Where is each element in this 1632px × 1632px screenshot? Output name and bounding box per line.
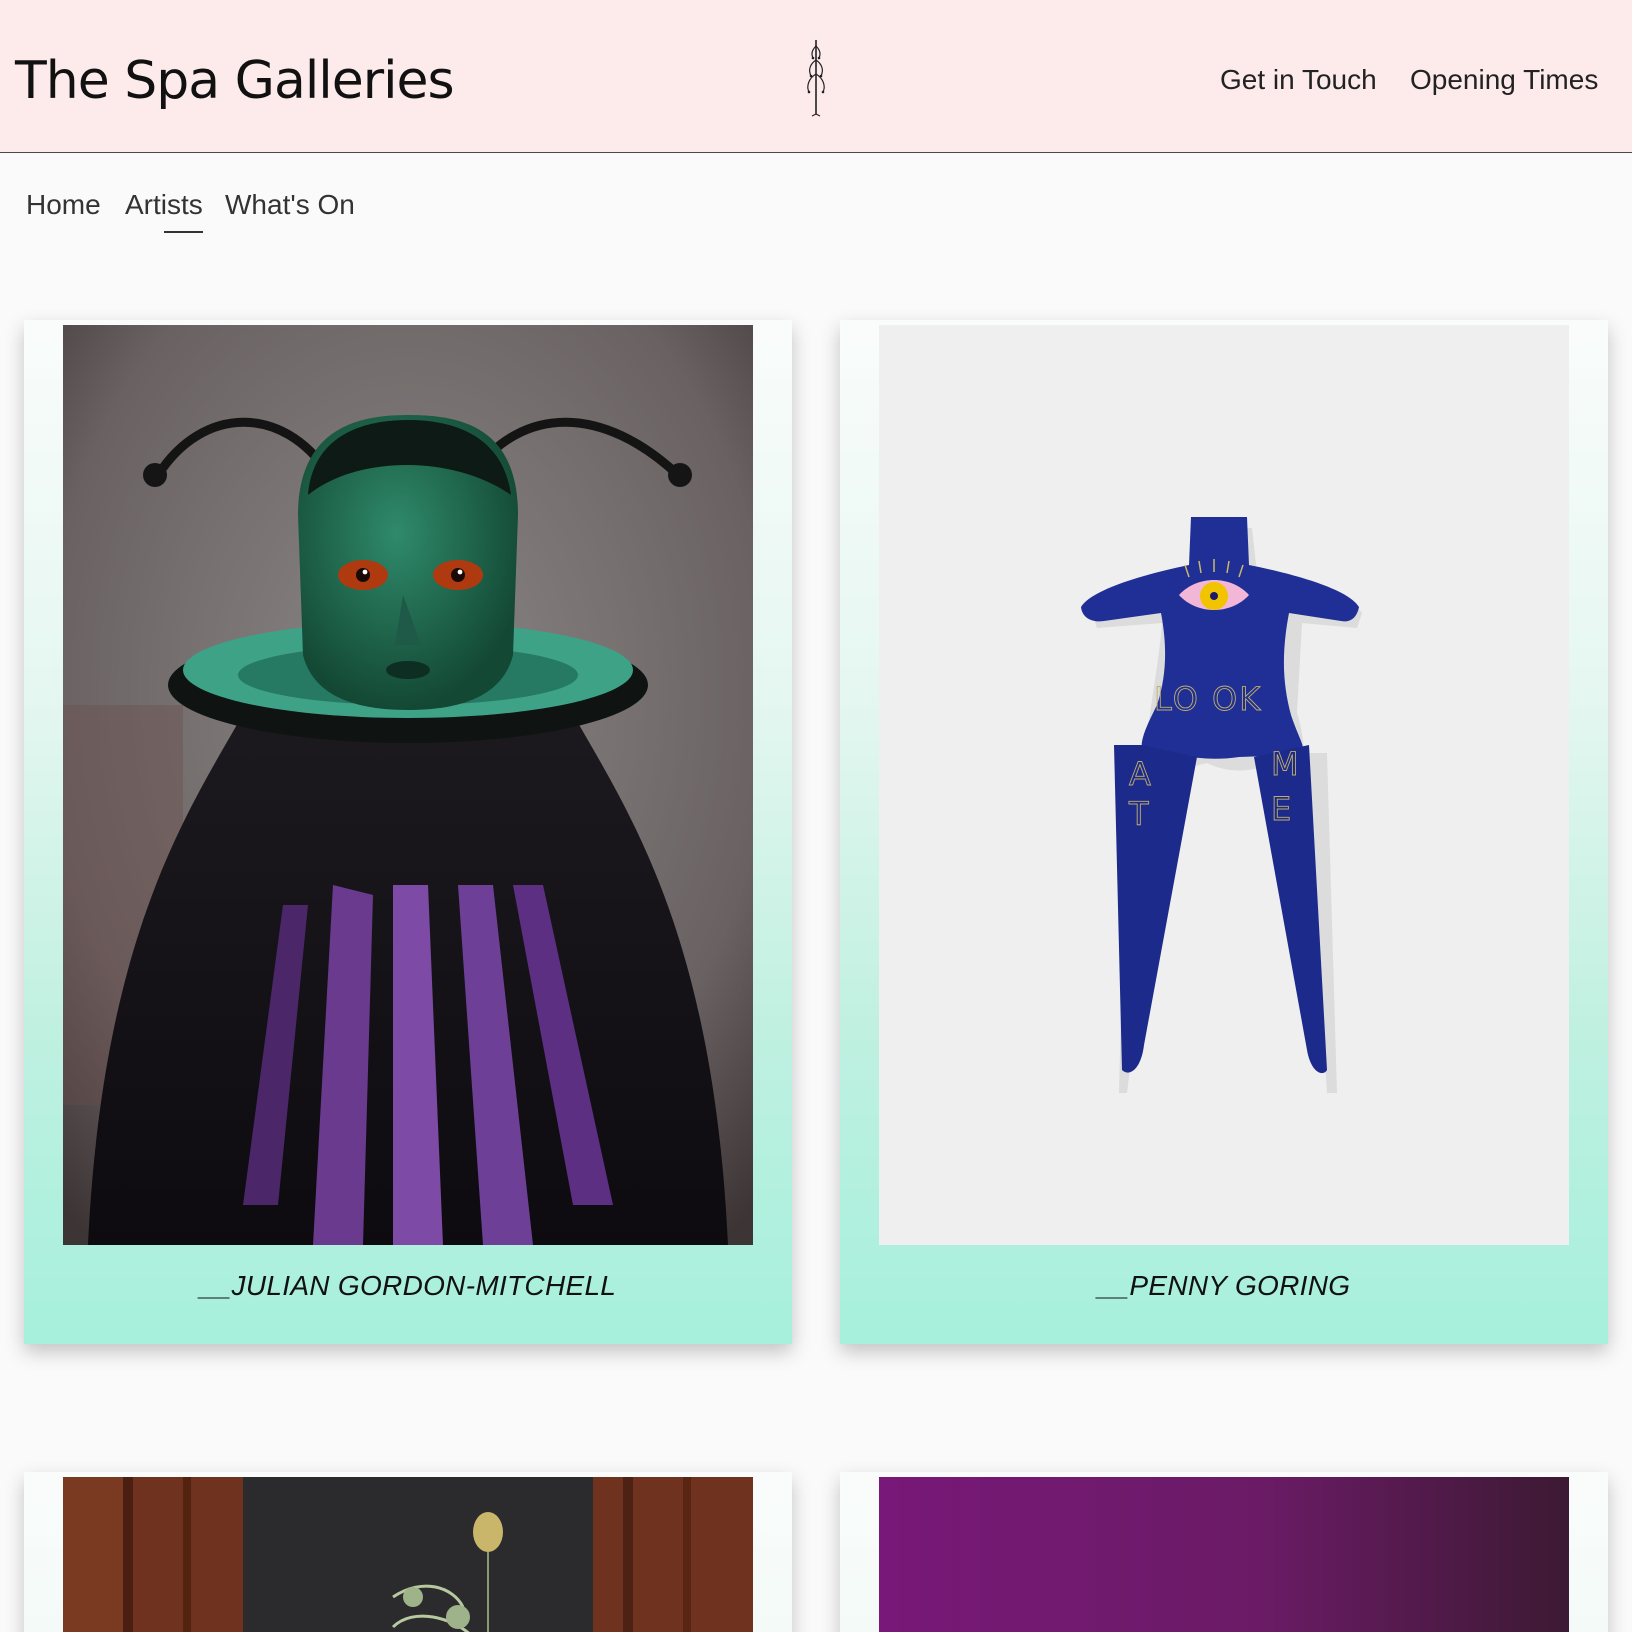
active-nav-indicator <box>164 231 203 233</box>
svg-text:M: M <box>1271 745 1299 783</box>
svg-text:A: A <box>1129 755 1151 793</box>
get-in-touch-link[interactable]: Get in Touch <box>1220 60 1377 100</box>
nav-artists[interactable]: Artists <box>125 185 203 225</box>
artist-card-4[interactable] <box>840 1472 1608 1632</box>
artist-card-penny-goring[interactable]: LO OK A T M E __PENNY GORING <box>840 320 1608 1344</box>
site-title[interactable]: The Spa Galleries <box>15 46 455 116</box>
artwork-doll-image[interactable]: LO OK A T M E <box>879 325 1569 1245</box>
fern-logo-icon[interactable] <box>800 36 832 118</box>
opening-times-link[interactable]: Opening Times <box>1410 60 1598 100</box>
svg-text:E: E <box>1271 790 1291 828</box>
svg-text:T: T <box>1128 795 1149 833</box>
site-header: The Spa Galleries Get in Touch Opening T… <box>0 0 1632 153</box>
artist-name[interactable]: __PENNY GORING <box>840 1270 1608 1302</box>
artwork-slate-flowers-image[interactable] <box>63 1477 753 1632</box>
artist-card-julian-gordon-mitchell[interactable]: __JULIAN GORDON-MITCHELL <box>24 320 792 1344</box>
svg-text:LO OK: LO OK <box>1154 680 1262 718</box>
artwork-purple-image[interactable] <box>879 1477 1569 1632</box>
nav-home[interactable]: Home <box>26 185 101 225</box>
artwork-painting-image[interactable] <box>63 325 753 1245</box>
artist-card-3[interactable] <box>24 1472 792 1632</box>
nav-whats-on[interactable]: What's On <box>225 185 355 225</box>
artist-name[interactable]: __JULIAN GORDON-MITCHELL <box>24 1270 792 1302</box>
